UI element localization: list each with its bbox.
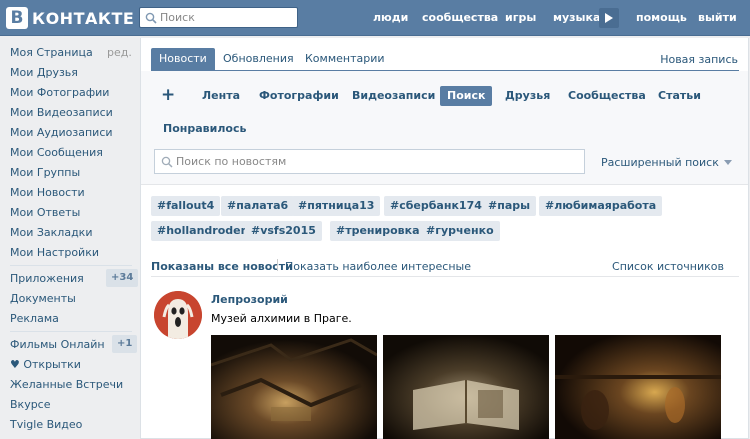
music-play-button[interactable] — [599, 8, 619, 28]
sidebar-item-my-page[interactable]: Моя Страница — [10, 46, 93, 59]
nav-help[interactable]: помощь — [636, 11, 687, 24]
hashtag[interactable]: #пятница13 — [292, 196, 381, 216]
sidebar-item-videos[interactable]: Мои Видеозаписи — [10, 106, 113, 119]
alchemy-lab-photo — [211, 335, 377, 439]
filter-liked[interactable]: Понравилось — [156, 119, 253, 139]
hashtag[interactable]: #палата6 — [221, 196, 295, 216]
add-filter-icon[interactable]: + — [161, 85, 175, 105]
post-photo[interactable] — [211, 335, 377, 439]
hashtag[interactable]: #любимаяработа — [539, 196, 663, 216]
play-icon — [605, 13, 613, 23]
hashtag[interactable]: #пары — [482, 196, 537, 216]
apps-count-badge[interactable]: +34 — [106, 269, 139, 287]
vk-logo[interactable]: В КОНТАКТЕ — [6, 6, 134, 30]
hashtag[interactable]: #fallout4 — [151, 196, 221, 216]
sidebar-item-cards[interactable]: ♥ Открытки — [10, 358, 81, 371]
sidebar-item-apps[interactable]: Приложения — [10, 272, 84, 285]
show-interesting-news[interactable]: Показать наиболее интересные — [285, 260, 471, 273]
post-photo[interactable] — [555, 335, 721, 439]
hashtag[interactable]: #гурченко — [420, 221, 500, 241]
sidebar-item-settings[interactable]: Мои Настройки — [10, 246, 99, 259]
tab-comments[interactable]: Комментарии — [297, 48, 393, 70]
nav-people[interactable]: люди — [373, 11, 408, 24]
advanced-search-toggle[interactable]: Расширенный поиск — [601, 156, 732, 169]
post-author-name[interactable]: Лепрозорий — [211, 293, 288, 306]
news-feed: Новости Обновления Комментарии Новая зап… — [140, 38, 749, 439]
sidebar-item-movies[interactable]: Фильмы Онлайн — [10, 338, 105, 351]
sidebar-item-messages[interactable]: Мои Сообщения — [10, 146, 103, 159]
post-text: Музей алхимии в Праге. — [211, 312, 352, 325]
divider — [151, 276, 739, 277]
advanced-search-label: Расширенный поиск — [601, 156, 719, 169]
old-book-photo — [383, 335, 549, 439]
sidebar-item-answers[interactable]: Мои Ответы — [10, 206, 80, 219]
search-icon — [161, 156, 173, 168]
hashtag[interactable]: #тренировка — [330, 221, 426, 241]
tab-news[interactable]: Новости — [151, 48, 215, 70]
sidebar-item-news[interactable]: Мои Новости — [10, 186, 85, 199]
filter-communities[interactable]: Сообщества — [561, 86, 653, 106]
vk-logo-icon: В — [6, 7, 28, 29]
hashtag[interactable]: #vsfs2015 — [245, 221, 322, 241]
filter-articles[interactable]: Статьи — [651, 86, 708, 106]
search-icon — [145, 12, 157, 24]
nav-games[interactable]: игры — [505, 11, 536, 24]
post-author-avatar[interactable] — [154, 291, 202, 339]
alchemy-flasks-photo — [555, 335, 721, 439]
edit-link[interactable]: ред. — [107, 46, 132, 59]
sidebar-item-friends[interactable]: Мои Друзья — [10, 66, 78, 79]
divider — [277, 259, 278, 271]
nav-logout[interactable]: выйти — [698, 11, 737, 24]
movies-count-badge[interactable]: +1 — [112, 335, 138, 353]
nav-communities[interactable]: сообщества — [422, 11, 498, 24]
nav-music[interactable]: музыка — [553, 11, 600, 24]
header-search-input[interactable] — [160, 10, 294, 25]
news-search-input[interactable] — [176, 154, 576, 169]
top-header: В КОНТАКТЕ люди сообщества игры музыка п… — [0, 0, 750, 36]
chevron-down-icon — [723, 160, 732, 165]
news-search-box[interactable] — [154, 149, 585, 174]
sources-list-link[interactable]: Список источников — [612, 260, 724, 273]
filter-feed[interactable]: Лента — [195, 86, 247, 106]
hashtag[interactable]: #сбербанк174 — [384, 196, 488, 216]
filter-photos[interactable]: Фотографии — [252, 86, 346, 106]
hashtag[interactable]: #hollandroden — [151, 221, 255, 241]
sidebar-divider — [10, 265, 132, 266]
sidebar-item-photos[interactable]: Мои Фотографии — [10, 86, 109, 99]
scream-avatar-image — [154, 291, 202, 339]
header-search[interactable] — [139, 7, 298, 28]
new-post-link[interactable]: Новая запись — [660, 53, 738, 66]
sidebar-divider — [10, 331, 132, 332]
sidebar-item-bookmarks[interactable]: Мои Закладки — [10, 226, 92, 239]
sidebar-item-vkurse[interactable]: Вкурсе — [10, 398, 51, 411]
vk-logo-text: КОНТАКТЕ — [32, 8, 135, 28]
post-photo[interactable] — [383, 335, 549, 439]
show-all-news[interactable]: Показаны все новости — [151, 260, 293, 273]
sidebar-item-audio[interactable]: Мои Аудиозаписи — [10, 126, 113, 139]
filter-friends[interactable]: Друзья — [498, 86, 557, 106]
filter-videos[interactable]: Видеозаписи — [345, 86, 442, 106]
sidebar-item-groups[interactable]: Мои Группы — [10, 166, 80, 179]
sidebar-item-meetings[interactable]: Желанные Встречи — [10, 378, 123, 391]
sidebar-item-ads[interactable]: Реклама — [10, 312, 59, 325]
sidebar-item-documents[interactable]: Документы — [10, 292, 76, 305]
tab-updates[interactable]: Обновления — [215, 48, 302, 70]
filter-search[interactable]: Поиск — [440, 86, 493, 106]
sidebar-item-tvigle[interactable]: Tvigle Видео — [10, 418, 82, 431]
left-sidebar: Моя Страница ред. Мои Друзья Мои Фотогра… — [0, 36, 140, 439]
